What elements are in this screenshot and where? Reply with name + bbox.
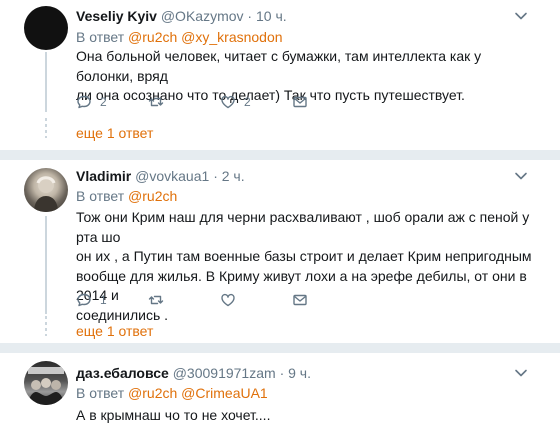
reply-icon [77, 293, 91, 307]
reply-button[interactable]: 1 [76, 292, 148, 308]
thread-line [45, 52, 47, 112]
heart-icon [221, 293, 235, 307]
timestamp[interactable]: 9 ч. [288, 365, 311, 381]
tweet-header: Veseliy Kyiv @OKazymov · 10 ч. [76, 7, 287, 25]
tweet-1[interactable]: Veseliy Kyiv @OKazymov · 10 ч. В ответ @… [0, 0, 560, 147]
separator-dot: · [279, 365, 285, 381]
thread-line-dotted [45, 118, 47, 138]
chevron-down-icon[interactable] [514, 366, 528, 380]
message-button[interactable] [292, 292, 364, 308]
portrait-image [34, 176, 58, 212]
like-button[interactable] [220, 292, 292, 308]
tweet-text: А в крымнаш чо то не хочет.... [76, 406, 536, 426]
action-bar: 1 [76, 290, 364, 310]
separator-dot: · [213, 168, 218, 184]
mention-link[interactable]: @ru2ch [128, 188, 177, 204]
tweet-header: Vladimir @vovkaua1 · 2 ч. [76, 167, 245, 185]
timestamp[interactable]: 2 ч. [222, 168, 245, 184]
mention-link[interactable]: @CrimeaUA1 [181, 385, 268, 401]
user-handle[interactable]: @30091971zam [173, 365, 276, 381]
avatar[interactable] [24, 6, 68, 50]
retweet-icon [148, 295, 164, 305]
thread-line [45, 216, 47, 314]
tweet-text-line: А в крымнаш чо то не хочет.... [76, 407, 271, 423]
mention-link[interactable]: @xy_krasnodon [181, 29, 282, 45]
like-count: 2 [244, 95, 251, 109]
reply-context: В ответ @ru2ch @CrimeaUA1 [76, 384, 268, 402]
display-name[interactable]: Veseliy Kyiv [76, 8, 157, 24]
chevron-down-icon[interactable] [514, 169, 528, 183]
tweet-text-line: Она больной человек, читает с бумажки, т… [76, 48, 482, 84]
retweet-button[interactable] [148, 94, 220, 110]
mention-link[interactable]: @ru2ch [128, 385, 177, 401]
separator-dot: · [247, 8, 253, 24]
user-handle[interactable]: @OKazymov [161, 8, 244, 24]
reply-context: В ответ @ru2ch @xy_krasnodon [76, 28, 283, 46]
reply-context: В ответ @ru2ch [76, 187, 177, 205]
display-name[interactable]: Vladimir [76, 168, 131, 184]
avatar[interactable] [24, 168, 68, 212]
reply-count: 2 [100, 95, 107, 109]
reply-prefix: В ответ [76, 188, 125, 204]
like-button[interactable]: 2 [220, 94, 292, 110]
envelope-icon [293, 294, 307, 306]
show-more-replies-link[interactable]: еще 1 ответ [76, 323, 153, 339]
thread-divider [0, 150, 560, 160]
message-button[interactable] [292, 94, 364, 110]
tweet-header: даз.ебаловсе @30091971zam · 9 ч. [76, 364, 311, 382]
mention-link[interactable]: @ru2ch [128, 29, 177, 45]
retweet-icon [148, 97, 164, 107]
thread-line-dotted [45, 316, 47, 336]
group-photo-image [28, 367, 64, 405]
user-handle[interactable]: @vovkaua1 [135, 168, 209, 184]
show-more-replies-link[interactable]: еще 1 ответ [76, 125, 153, 141]
tweet-3[interactable]: даз.ебаловсе @30091971zam · 9 ч. В ответ… [0, 353, 560, 428]
envelope-icon [293, 96, 307, 108]
action-bar: 2 2 [76, 92, 364, 112]
timestamp[interactable]: 10 ч. [256, 8, 287, 24]
reply-icon [77, 95, 91, 109]
reply-count: 1 [100, 293, 107, 307]
retweet-button[interactable] [148, 292, 220, 308]
reply-prefix: В ответ [76, 29, 125, 45]
tweet-text-line: Тож они Крим наш для черни расхваливают … [76, 209, 530, 245]
avatar[interactable] [24, 361, 68, 405]
reply-button[interactable]: 2 [76, 94, 148, 110]
reply-prefix: В ответ [76, 385, 125, 401]
tweet-2[interactable]: Vladimir @vovkaua1 · 2 ч. В ответ @ru2ch… [0, 160, 560, 342]
display-name[interactable]: даз.ебаловсе [76, 365, 169, 381]
tweet-text-line: он их , а Путин там военные базы строит … [76, 248, 532, 264]
heart-icon [221, 95, 235, 109]
chevron-down-icon[interactable] [514, 9, 528, 23]
thread-divider [0, 343, 560, 353]
